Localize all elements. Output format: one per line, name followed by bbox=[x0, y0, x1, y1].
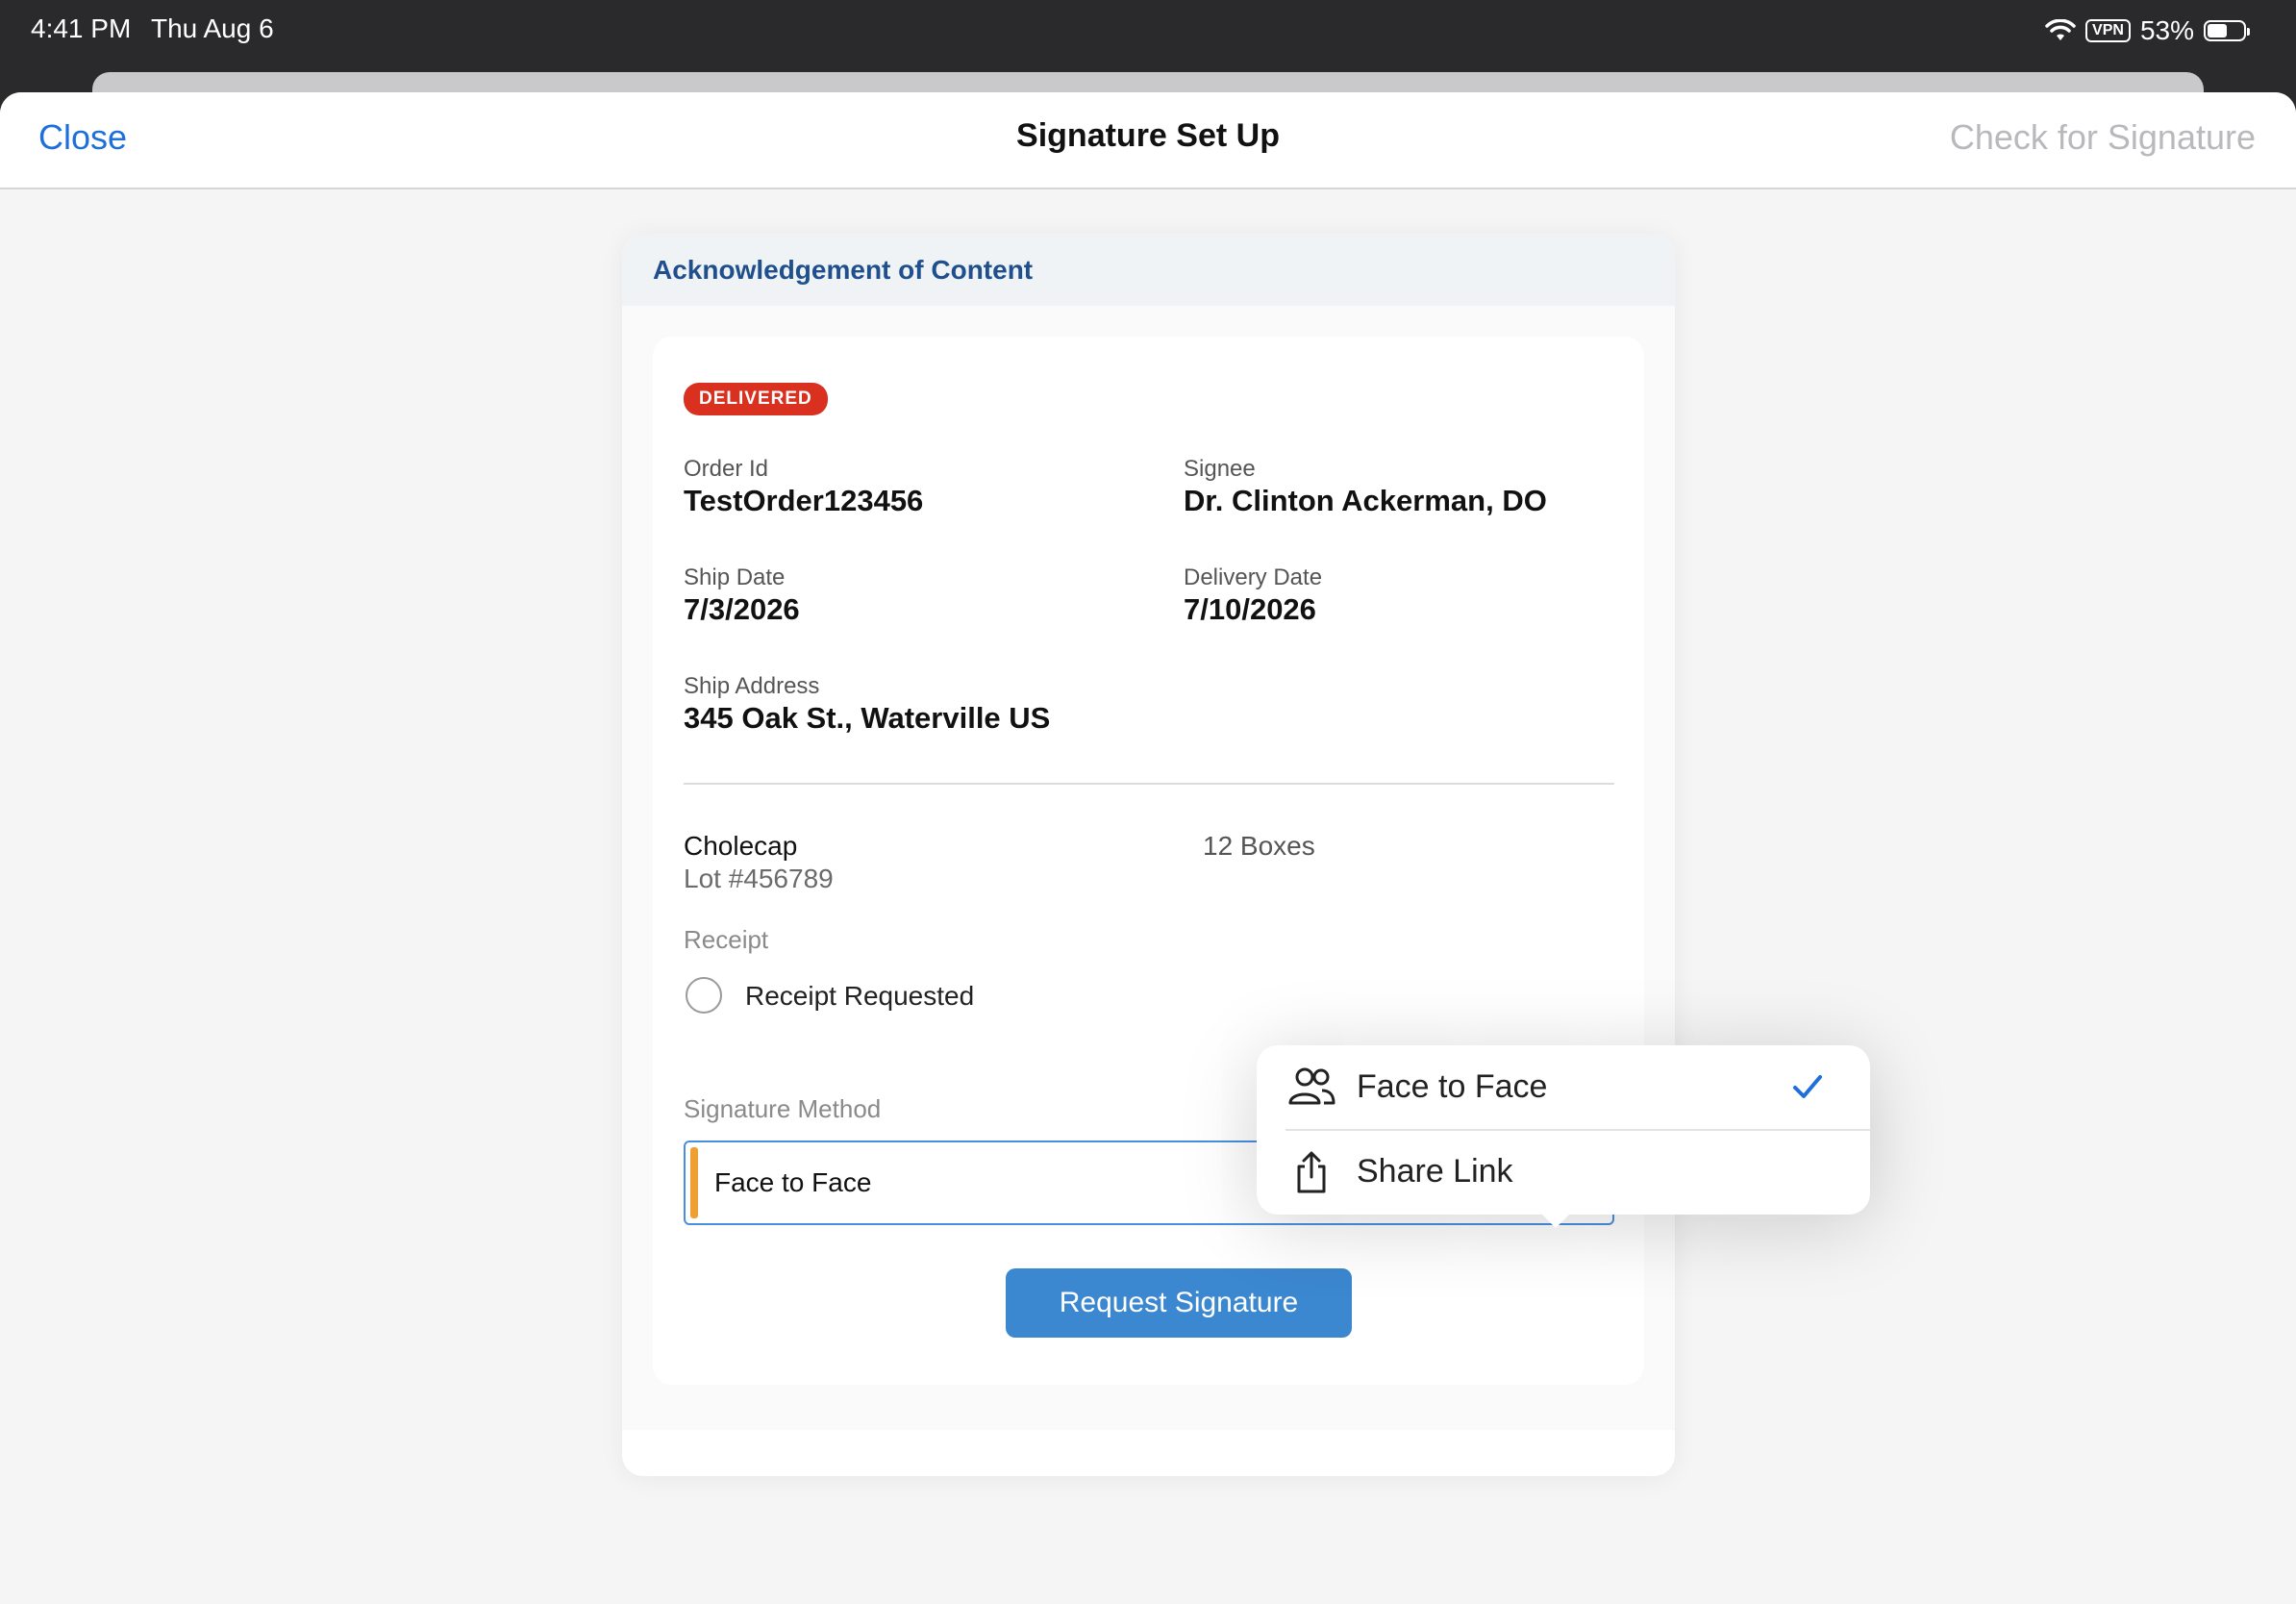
menu-item-label: Face to Face bbox=[1357, 1068, 1548, 1105]
status-date: Thu Aug 6 bbox=[151, 13, 274, 43]
battery-percent: 53% bbox=[2139, 15, 2194, 45]
panel-title: Acknowledgement of Content bbox=[653, 255, 1034, 285]
menu-item-share-link[interactable]: Share Link bbox=[1257, 1130, 1870, 1215]
order-id-value: TestOrder123456 bbox=[684, 484, 924, 517]
order-id-label: Order Id bbox=[684, 456, 769, 482]
request-signature-button[interactable]: Request Signature bbox=[1006, 1268, 1352, 1338]
check-for-signature-button[interactable]: Check for Signature bbox=[1950, 117, 2256, 158]
receipt-section-label: Receipt bbox=[684, 925, 769, 954]
wifi-icon bbox=[2045, 19, 2076, 40]
receipt-requested-label[interactable]: Receipt Requested bbox=[745, 981, 974, 1012]
vpn-badge: VPN bbox=[2085, 19, 2131, 42]
modal-sheet: Close Signature Set Up Check for Signatu… bbox=[0, 92, 2296, 1604]
status-badge: DELIVERED bbox=[684, 383, 828, 415]
checkmark-icon bbox=[1793, 1075, 1822, 1098]
status-time: 4:41 PM bbox=[31, 13, 132, 43]
required-indicator bbox=[690, 1147, 698, 1218]
signature-method-value: Face to Face bbox=[714, 1167, 872, 1197]
divider bbox=[684, 783, 1614, 785]
order-card: DELIVERED Order Id TestOrder123456 Signe… bbox=[653, 337, 1644, 1385]
people-icon bbox=[1288, 1067, 1335, 1105]
menu-item-label: Share Link bbox=[1357, 1153, 1513, 1190]
ship-date-value: 7/3/2026 bbox=[684, 592, 800, 626]
panel-header: Acknowledgement of Content bbox=[622, 234, 1675, 306]
popover-arrow bbox=[1538, 1211, 1573, 1228]
product-name: Cholecap bbox=[684, 831, 798, 861]
share-icon bbox=[1297, 1151, 1326, 1193]
ship-date-label: Ship Date bbox=[684, 564, 786, 590]
signature-method-popover: Face to Face Share Link bbox=[1257, 1045, 1870, 1228]
product-lot: Lot #456789 bbox=[684, 864, 834, 893]
delivery-date-label: Delivery Date bbox=[1184, 564, 1323, 590]
nav-bar: Close Signature Set Up Check for Signatu… bbox=[0, 92, 2296, 189]
ship-address-value: 345 Oak St., Waterville US bbox=[684, 701, 1051, 735]
signee-value: Dr. Clinton Ackerman, DO bbox=[1184, 484, 1547, 517]
battery-icon bbox=[2204, 20, 2250, 41]
receipt-requested-radio[interactable] bbox=[686, 977, 722, 1014]
signee-label: Signee bbox=[1184, 456, 1256, 482]
delivery-date-value: 7/10/2026 bbox=[1184, 592, 1316, 626]
product-quantity: 12 Boxes bbox=[1203, 831, 1315, 861]
acknowledgement-panel: Acknowledgement of Content DELIVERED Ord… bbox=[622, 234, 1675, 1476]
status-indicators: VPN 53% bbox=[2045, 13, 2250, 48]
ship-address-label: Ship Address bbox=[684, 673, 820, 699]
panel-footer bbox=[622, 1430, 1675, 1476]
signature-method-label: Signature Method bbox=[684, 1094, 882, 1123]
status-bar: 4:41 PM Thu Aug 6 VPN 53% bbox=[0, 0, 2296, 62]
menu-item-face-to-face[interactable]: Face to Face bbox=[1257, 1045, 1870, 1130]
